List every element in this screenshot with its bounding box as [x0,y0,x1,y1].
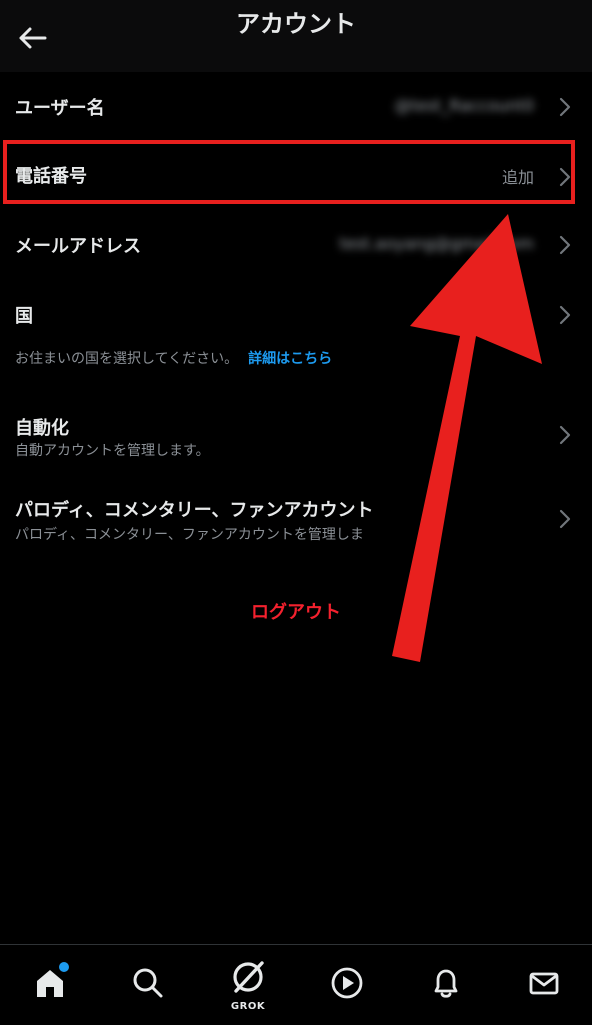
bell-icon [434,969,458,998]
home-unread-dot [57,960,71,974]
tab-grok[interactable] [224,953,272,1001]
tab-video[interactable] [323,959,371,1007]
grok-icon [233,961,264,993]
bottom-tab-bar: GROK [0,944,592,1025]
mail-icon [529,972,559,995]
grok-label: GROK [230,1001,266,1012]
tab-search[interactable] [124,959,172,1007]
annotation-arrow [392,214,542,662]
search-icon [133,968,163,998]
tab-messages[interactable] [520,959,568,1007]
play-icon [331,967,363,999]
tab-notifications[interactable] [422,959,470,1007]
